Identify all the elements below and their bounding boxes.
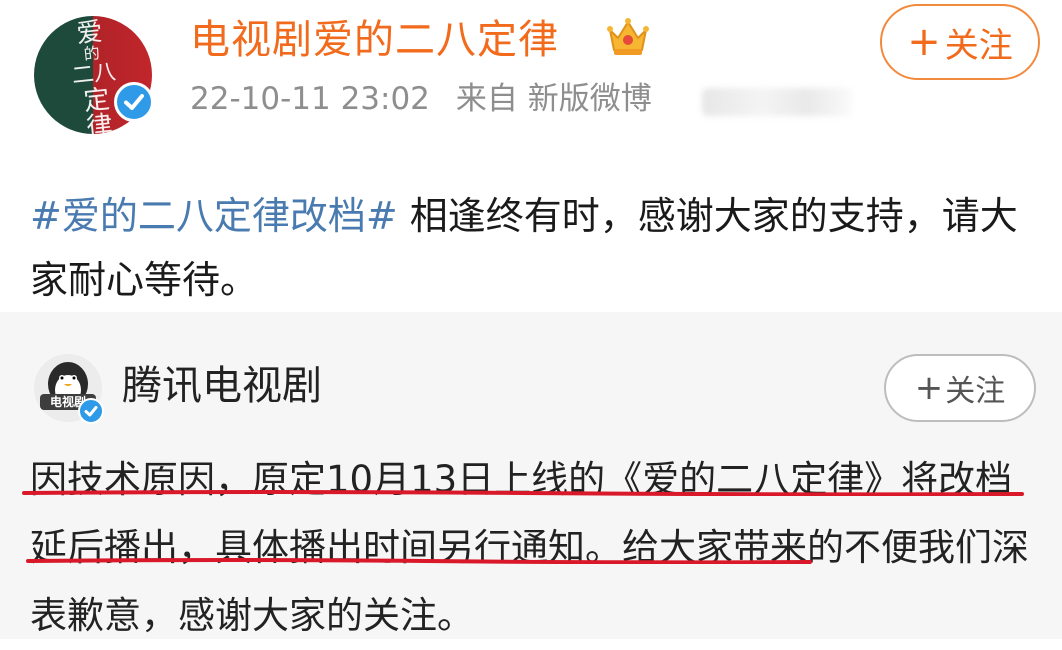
post-text: #爱的二八定律改档# 相逢终有时，感谢大家的支持，请大家耐心等待。 [30, 184, 1030, 312]
post-meta: 22-10-11 23:02 来自 新版微博 [190, 76, 652, 122]
verified-badge-icon [114, 82, 154, 122]
author-name[interactable]: 电视剧爱的二八定律 [190, 12, 559, 68]
post-timestamp: 22-10-11 23:02 [190, 81, 430, 117]
post-source: 来自 新版微博 [455, 81, 652, 117]
repost-follow-button[interactable]: + 关注 [884, 354, 1036, 422]
repost-author-name[interactable]: 腾讯电视剧 [122, 356, 322, 416]
verified-badge-icon [78, 398, 104, 424]
hashtag-link[interactable]: #爱的二八定律改档# [30, 194, 398, 238]
follow-button[interactable]: + 关注 [880, 4, 1040, 80]
blurred-device-name [702, 88, 852, 116]
repost-text: 因技术原因，原定10月13日上线的《爱的二八定律》将改档延后播出，具体播出时间另… [30, 446, 1040, 650]
red-underline-1 [22, 490, 1024, 496]
plus-icon: + [914, 368, 944, 408]
crown-icon[interactable] [604, 16, 652, 58]
red-underline-2 [26, 558, 812, 564]
plus-icon: + [907, 19, 941, 65]
